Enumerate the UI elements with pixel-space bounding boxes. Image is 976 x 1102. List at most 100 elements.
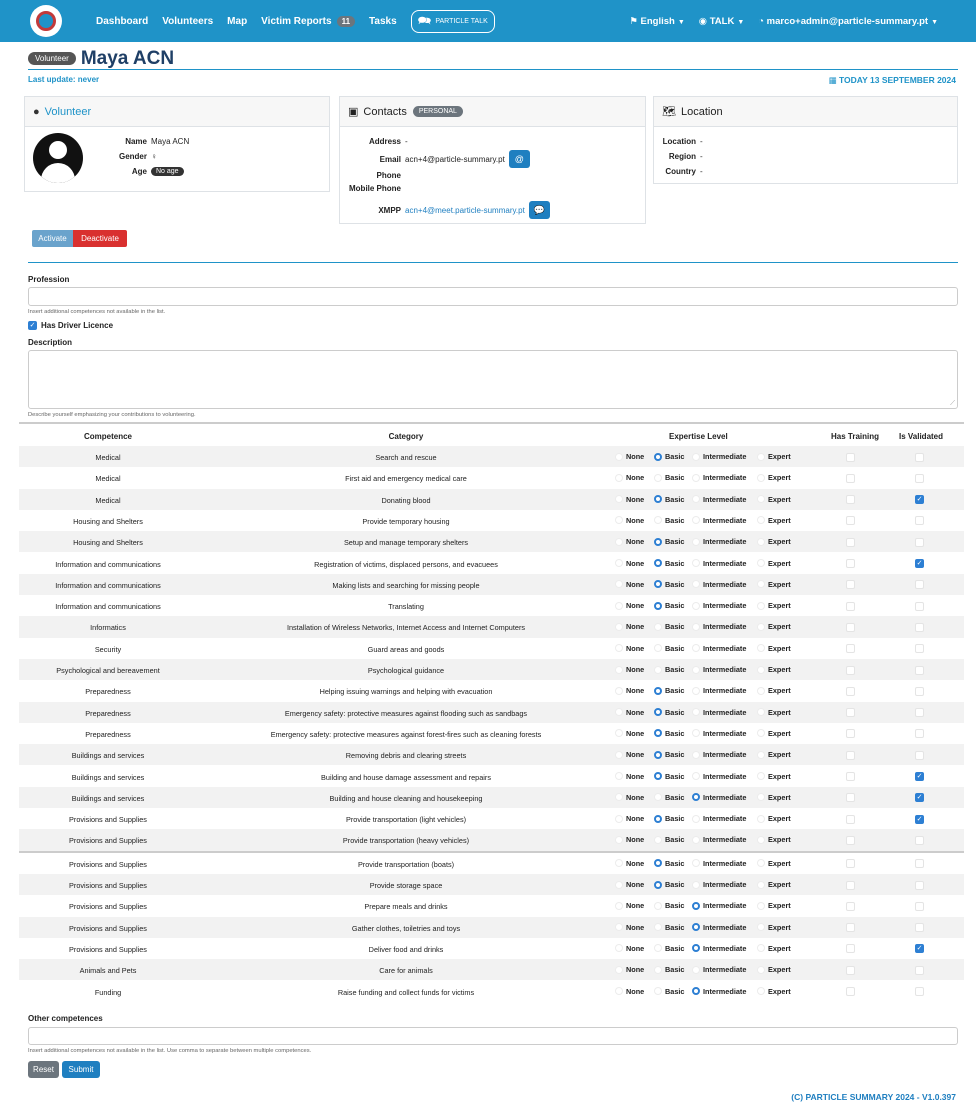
radio-expert[interactable] [757,880,765,889]
radio-none[interactable] [615,987,623,995]
expertise-option-intermediate[interactable]: Intermediate [692,708,757,717]
is-validated-checkbox[interactable] [915,965,924,975]
radio-none[interactable] [615,901,623,910]
expertise-option-expert[interactable]: Expert [757,772,797,781]
radio-basic[interactable] [654,495,662,504]
radio-expert[interactable] [757,559,765,567]
has-training-checkbox[interactable] [846,516,855,526]
expertise-option-none[interactable]: None [615,452,654,461]
radio-expert[interactable] [757,901,765,910]
other-competences-input[interactable] [28,1027,958,1045]
resize-handle-icon[interactable]: ⟋ [950,400,955,408]
has-training-checkbox[interactable] [846,665,855,675]
expertise-option-none[interactable]: None [615,665,654,674]
expertise-option-basic[interactable]: Basic [654,814,692,823]
radio-intermediate[interactable] [692,537,700,546]
expertise-option-intermediate[interactable]: Intermediate [692,923,757,932]
expertise-option-expert[interactable]: Expert [757,516,797,525]
radio-intermediate[interactable] [692,665,700,674]
radio-none[interactable] [615,859,623,868]
is-validated-checkbox[interactable]: ✓ [915,814,924,824]
expertise-option-none[interactable]: None [615,686,654,695]
radio-basic[interactable] [654,965,662,974]
radio-none[interactable] [615,601,623,610]
expertise-option-intermediate[interactable]: Intermediate [692,516,757,525]
radio-basic[interactable] [654,987,662,995]
reset-button[interactable]: Reset [28,1061,59,1078]
radio-intermediate[interactable] [692,495,700,504]
radio-expert[interactable] [757,987,765,995]
expertise-option-none[interactable]: None [615,772,654,781]
radio-intermediate[interactable] [692,559,700,567]
has-training-checkbox[interactable] [846,622,855,632]
radio-expert[interactable] [757,473,765,482]
expertise-option-intermediate[interactable]: Intermediate [692,644,757,653]
expertise-option-intermediate[interactable]: Intermediate [692,944,757,953]
is-validated-checkbox[interactable] [915,537,924,547]
radio-expert[interactable] [757,944,765,953]
is-validated-checkbox[interactable] [915,750,924,760]
has-training-checkbox[interactable] [846,686,855,696]
radio-basic[interactable] [654,835,662,844]
expertise-option-expert[interactable]: Expert [757,537,797,546]
radio-none[interactable] [615,622,623,631]
expertise-option-expert[interactable]: Expert [757,708,797,717]
radio-intermediate[interactable] [692,729,700,738]
is-validated-checkbox[interactable] [915,452,924,462]
expertise-option-expert[interactable]: Expert [757,686,797,695]
expertise-option-expert[interactable]: Expert [757,793,797,802]
radio-expert[interactable] [757,622,765,631]
expertise-option-basic[interactable]: Basic [654,729,692,738]
radio-expert[interactable] [757,859,765,868]
has-training-checkbox[interactable] [846,965,855,975]
description-textarea[interactable]: ⟋ [28,350,958,409]
expertise-option-none[interactable]: None [615,987,654,996]
particle-talk-logo[interactable]: 🗪 PARTICLE TALK [410,9,495,33]
nav-tasks[interactable]: Tasks [369,16,397,27]
expertise-option-expert[interactable]: Expert [757,601,797,610]
radio-expert[interactable] [757,729,765,738]
expertise-option-expert[interactable]: Expert [757,622,797,631]
expertise-option-none[interactable]: None [615,495,654,504]
has-training-checkbox[interactable] [846,708,855,718]
radio-none[interactable] [615,495,623,504]
expertise-option-expert[interactable]: Expert [757,965,797,974]
app-logo[interactable] [30,5,62,37]
has-training-checkbox[interactable] [846,580,855,590]
expertise-option-basic[interactable]: Basic [654,495,692,504]
radio-intermediate[interactable] [692,835,700,844]
has-training-checkbox[interactable] [846,944,855,954]
radio-intermediate[interactable] [692,452,700,461]
radio-none[interactable] [615,644,623,653]
is-validated-checkbox[interactable] [915,901,924,911]
radio-intermediate[interactable] [692,580,700,589]
expertise-option-intermediate[interactable]: Intermediate [692,473,757,482]
radio-intermediate[interactable] [692,987,700,995]
expertise-option-expert[interactable]: Expert [757,580,797,589]
radio-none[interactable] [615,750,623,759]
deactivate-button[interactable]: Deactivate [73,230,127,247]
radio-none[interactable] [615,814,623,823]
expertise-option-basic[interactable]: Basic [654,686,692,695]
radio-intermediate[interactable] [692,750,700,759]
radio-none[interactable] [615,559,623,567]
has-training-checkbox[interactable] [846,987,855,997]
radio-intermediate[interactable] [692,772,700,780]
radio-none[interactable] [615,835,623,844]
expertise-option-basic[interactable]: Basic [654,665,692,674]
expertise-option-none[interactable]: None [615,923,654,932]
expertise-option-intermediate[interactable]: Intermediate [692,559,757,568]
radio-none[interactable] [615,880,623,889]
expertise-option-expert[interactable]: Expert [757,835,797,844]
radio-none[interactable] [615,665,623,674]
language-dropdown[interactable]: ⚑ English ▼ [629,16,684,27]
expertise-option-intermediate[interactable]: Intermediate [692,814,757,823]
radio-intermediate[interactable] [692,901,700,910]
expertise-option-basic[interactable]: Basic [654,473,692,482]
radio-intermediate[interactable] [692,686,700,695]
is-validated-checkbox[interactable] [915,665,924,675]
expertise-option-basic[interactable]: Basic [654,987,692,996]
nav-dashboard[interactable]: Dashboard [96,16,148,27]
radio-expert[interactable] [757,923,765,932]
radio-intermediate[interactable] [692,923,700,932]
